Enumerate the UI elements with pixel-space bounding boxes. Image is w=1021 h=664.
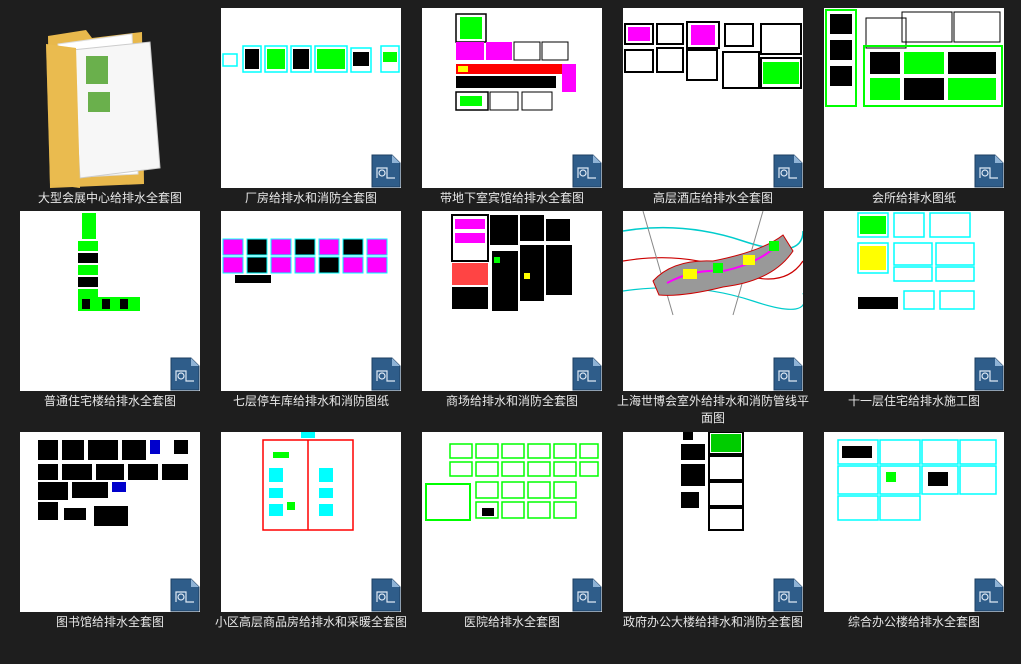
file-item[interactable]: 普通住宅楼给排水全套图: [20, 211, 204, 427]
file-item[interactable]: 大型会展中心给排水全套图: [20, 8, 204, 224]
folder-icon: [20, 8, 200, 188]
file-type-icon: [773, 357, 803, 391]
file-type-icon: [371, 578, 401, 612]
file-name: 厂房给排水和消防全套图: [244, 191, 377, 205]
file-item[interactable]: 会所给排水图纸: [824, 8, 1008, 224]
file-type-icon: [572, 357, 602, 391]
cad-thumbnail: [221, 211, 401, 391]
file-item[interactable]: 图书馆给排水全套图: [20, 432, 204, 648]
file-type-icon: [572, 578, 602, 612]
cad-thumbnail: [824, 8, 1004, 188]
file-item[interactable]: 厂房给排水和消防全套图: [221, 8, 405, 224]
file-name: 普通住宅楼给排水全套图: [43, 394, 176, 408]
cad-thumbnail: [20, 432, 200, 612]
file-name: 会所给排水图纸: [871, 191, 956, 205]
cad-thumbnail: [422, 8, 602, 188]
cad-thumbnail: [623, 8, 803, 188]
file-name: 带地下室宾馆给排水全套图: [439, 191, 584, 205]
file-type-icon: [974, 154, 1004, 188]
file-item[interactable]: 上海世博会室外给排水和消防管线平面图: [617, 211, 809, 427]
cad-thumbnail: [824, 432, 1004, 612]
file-name: 十一层住宅给排水施工图: [847, 394, 980, 408]
file-type-icon: [371, 357, 401, 391]
file-name: 高层酒店给排水全套图: [652, 191, 773, 205]
file-type-icon: [974, 578, 1004, 612]
file-name: 图书馆给排水全套图: [55, 615, 164, 629]
file-item[interactable]: 医院给排水全套图: [422, 432, 606, 648]
file-item[interactable]: 政府办公大楼给排水和消防全套图: [623, 432, 807, 648]
file-name: 政府办公大楼给排水和消防全套图: [622, 615, 803, 629]
file-name: 综合办公楼给排水全套图: [847, 615, 980, 629]
file-type-icon: [773, 154, 803, 188]
file-item[interactable]: 七层停车库给排水和消防图纸: [221, 211, 405, 427]
file-type-icon: [371, 154, 401, 188]
file-item[interactable]: 商场给排水和消防全套图: [422, 211, 606, 427]
cad-thumbnail: [422, 211, 602, 391]
cad-thumbnail: [221, 8, 401, 188]
file-item[interactable]: 带地下室宾馆给排水全套图: [422, 8, 606, 224]
file-type-icon: [974, 357, 1004, 391]
file-name: 上海世博会室外给排水和消防管线平面图: [617, 394, 810, 425]
file-name: 商场给排水和消防全套图: [445, 394, 578, 408]
file-item[interactable]: 高层酒店给排水全套图: [623, 8, 807, 224]
cad-thumbnail: [623, 432, 803, 612]
cad-thumbnail: [824, 211, 1004, 391]
file-grid: 大型会展中心给排水全套图 厂房给排水和消防全套图 带地下室宾馆给排水全套图 高层…: [0, 0, 1021, 664]
cad-thumbnail: [422, 432, 602, 612]
file-type-icon: [170, 357, 200, 391]
file-name: 七层停车库给排水和消防图纸: [232, 394, 389, 408]
cad-thumbnail: [623, 211, 803, 391]
cad-thumbnail: [20, 211, 200, 391]
file-name: 医院给排水全套图: [463, 615, 560, 629]
file-type-icon: [170, 578, 200, 612]
file-type-icon: [773, 578, 803, 612]
file-item[interactable]: 综合办公楼给排水全套图: [824, 432, 1008, 648]
file-item[interactable]: 小区高层商品房给排水和采暖全套图: [215, 432, 407, 648]
file-item[interactable]: 十一层住宅给排水施工图: [824, 211, 1008, 427]
file-name: 大型会展中心给排水全套图: [37, 191, 182, 205]
file-type-icon: [572, 154, 602, 188]
file-name: 小区高层商品房给排水和采暖全套图: [215, 615, 408, 629]
cad-thumbnail: [221, 432, 401, 612]
